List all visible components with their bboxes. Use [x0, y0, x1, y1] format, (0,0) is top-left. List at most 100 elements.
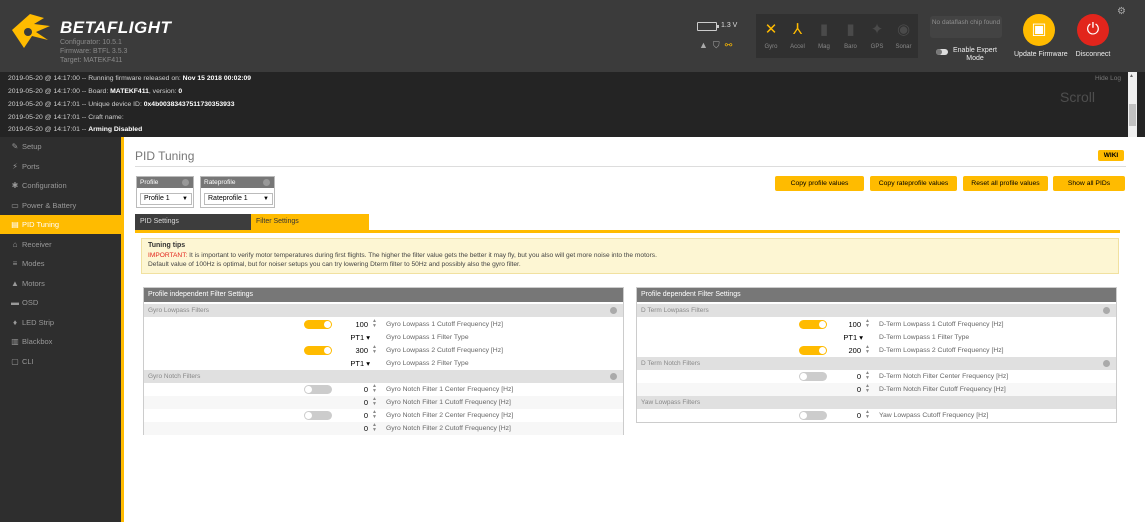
dterm-notch-header: D Term Notch Filters — [637, 357, 1116, 370]
sidebar-item-configuration[interactable]: ✱ Configuration — [0, 176, 121, 195]
chip-icon: ▣ — [1023, 14, 1055, 46]
spinner-arrows-icon[interactable]: ▲ ▼ — [865, 319, 870, 329]
sonar-icon: ◉ — [896, 21, 911, 38]
sidebar-item-label: Receiver — [22, 239, 52, 249]
spinner-arrows-icon[interactable]: ▲ ▼ — [372, 384, 377, 394]
gyro-lp2-cutoff-row: 300 ▲ ▼ Gyro Lowpass 2 Cutoff Frequency [… — [144, 344, 623, 357]
receiver-icon: ⌂ — [12, 239, 18, 249]
sidebar-item-label: Blackbox — [22, 337, 53, 346]
gyro-lp2-type-row: PT1 ▾ Gyro Lowpass 2 Filter Type — [144, 357, 623, 370]
gyro-lp2-type-select[interactable]: PT1 ▾ — [330, 359, 370, 368]
sidebar-item-modes[interactable]: ≡ Modes — [0, 254, 121, 273]
help-icon[interactable] — [610, 373, 617, 380]
sensor-mag: ▮ Mag — [811, 14, 837, 58]
sidebar-item-label: Motors — [22, 278, 45, 288]
spinner-arrows-icon[interactable]: ▲ ▼ — [865, 384, 870, 394]
yaw-lowpass-cutoff-row: 0 ▲ ▼ Yaw Lowpass Cutoff Frequency [Hz] — [637, 409, 1116, 422]
spinner-arrows-icon[interactable]: ▲ ▼ — [372, 319, 377, 329]
sidebar-item-cli[interactable]: ▢ CLI — [0, 352, 121, 371]
spinner-arrows-icon[interactable]: ▲ ▼ — [865, 410, 870, 420]
dterm-lp2-cutoff-row: 200 ▲ ▼ D-Term Lowpass 2 Cutoff Frequency… — [637, 344, 1116, 357]
brand-name: BETAFLIGHT — [60, 18, 172, 37]
tips-title: Tuning tips — [148, 242, 186, 249]
help-icon[interactable] — [263, 179, 270, 186]
sidebar-item-label: Setup — [22, 142, 42, 151]
scroll-up-icon[interactable]: ▲ — [1129, 73, 1134, 79]
dterm-lp2-cutoff-input[interactable]: 200 — [821, 346, 861, 355]
sidebar-item-pid-tuning[interactable]: ▤ PID Tuning — [0, 215, 121, 234]
help-icon[interactable] — [1103, 360, 1110, 367]
gyro-lp1-type-select[interactable]: PT1 ▾ — [330, 333, 370, 342]
sidebar-item-label: Modes — [22, 259, 45, 268]
title-divider — [135, 166, 1126, 167]
yaw-lowpass-header: Yaw Lowpass Filters — [637, 396, 1116, 409]
gyro-lp2-cutoff-input[interactable]: 300 — [328, 346, 368, 355]
panel-title: Profile independent Filter Settings — [144, 288, 623, 302]
dterm-notch-cutoff-row: 0 ▲ ▼ D-Term Notch Filter Cutoff Frequenc… — [637, 383, 1116, 396]
settings-gear-icon[interactable]: ⚙ — [1117, 6, 1126, 17]
betaflight-app: BETAFLIGHT Configurator: 10.5.1 Firmware… — [0, 0, 1145, 522]
sidebar-item-motors[interactable]: ▲ Motors — [0, 274, 121, 293]
reset-profile-button[interactable]: Reset all profile values — [963, 176, 1048, 191]
copy-rateprofile-button[interactable]: Copy rateprofile values — [870, 176, 957, 191]
help-icon[interactable] — [1103, 307, 1110, 314]
profile-select[interactable]: Profile 1 ▼ — [140, 193, 192, 205]
scrollbar-thumb[interactable] — [1129, 104, 1136, 126]
gyro-notch1-cutoff-input[interactable]: 0 — [328, 398, 368, 407]
battery-voltage: 1.3 V — [721, 22, 738, 29]
sidebar-item-label: Ports — [22, 161, 40, 171]
spinner-arrows-icon[interactable]: ▲ ▼ — [372, 410, 377, 420]
wiki-button[interactable]: WIKI — [1098, 150, 1124, 161]
spinner-arrows-icon[interactable]: ▲ ▼ — [865, 371, 870, 381]
sensor-baro: ▮ Baro — [838, 14, 864, 58]
sidebar-item-led-strip[interactable]: ♦ LED Strip — [0, 313, 121, 332]
led-icon: ♦ — [12, 317, 18, 327]
tuning-tips: Tuning tips IMPORTANT: It is important t… — [141, 238, 1119, 274]
sidebar-item-receiver[interactable]: ⌂ Receiver — [0, 235, 121, 254]
gyro-notch2-center-input[interactable]: 0 — [328, 411, 368, 420]
gyro-lp1-cutoff-input[interactable]: 100 — [328, 320, 368, 329]
rateprofile-select[interactable]: Rateprofile 1 ▼ — [204, 193, 273, 205]
sidebar-item-blackbox[interactable]: ▥ Blackbox — [0, 332, 121, 351]
gyro-notch1-center-input[interactable]: 0 — [328, 385, 368, 394]
gear-icon: ✱ — [11, 181, 19, 190]
help-icon[interactable] — [182, 179, 189, 186]
hide-log-link[interactable]: Hide Log — [1095, 75, 1121, 82]
log-scrollbar[interactable]: ▲ — [1128, 72, 1137, 137]
sidebar-item-osd[interactable]: ▬ OSD — [0, 293, 121, 312]
update-firmware-button[interactable]: ▣ Update Firmware — [1014, 14, 1068, 70]
tab-pid-settings[interactable]: PID Settings — [135, 214, 251, 230]
tips-line-2: Default value of 100Hz is optimal, but f… — [148, 261, 521, 268]
sidebar-item-ports[interactable]: ⚡ Ports — [0, 157, 121, 176]
disconnect-button[interactable]: ⏻ Disconnect — [1068, 14, 1118, 70]
expert-mode-switch[interactable] — [936, 49, 948, 55]
profile-dependent-filters: Profile dependent Filter Settings D Term… — [636, 287, 1117, 423]
page-title: PID Tuning — [135, 149, 195, 163]
firmware-version: Firmware: BTFL 3.5.3 — [60, 48, 128, 55]
expert-mode-label: Enable Expert Mode — [953, 47, 997, 62]
dterm-notch-center-input[interactable]: 0 — [821, 372, 861, 381]
dterm-lp1-type-select[interactable]: PT1 ▾ — [823, 333, 863, 342]
sensor-status: ✕ Gyro ⅄ Accel ▮ Mag ▮ Baro ✦ GPS ◉ Sonar — [756, 14, 918, 58]
help-icon[interactable] — [610, 307, 617, 314]
yaw-lowpass-cutoff-input[interactable]: 0 — [821, 411, 861, 420]
tab-filter-settings[interactable]: Filter Settings — [251, 214, 369, 230]
battery-icon: ▭ — [11, 200, 19, 210]
spinner-arrows-icon[interactable]: ▲ ▼ — [865, 345, 870, 355]
status-icons: ▲⛉⚯ — [699, 40, 737, 51]
spinner-arrows-icon[interactable]: ▲ ▼ — [372, 345, 377, 355]
scroll-label: Scroll — [1060, 89, 1096, 105]
main-content: PID Tuning WIKI Profile Profile 1 ▼ Ratep… — [124, 137, 1145, 522]
battery-icon — [697, 22, 719, 31]
expert-mode-toggle[interactable]: Enable Expert Mode — [936, 47, 1016, 67]
sidebar-item-power-battery[interactable]: ▭ Power & Battery — [0, 196, 121, 215]
dterm-notch-cutoff-input[interactable]: 0 — [821, 385, 861, 394]
sidebar-item-setup[interactable]: ✎ Setup — [0, 137, 121, 156]
spinner-arrows-icon[interactable]: ▲ ▼ — [372, 423, 377, 433]
gyro-notch2-center-row: 0 ▲ ▼ Gyro Notch Filter 2 Center Frequenc… — [144, 409, 623, 422]
gyro-notch2-cutoff-input[interactable]: 0 — [328, 424, 368, 433]
spinner-arrows-icon[interactable]: ▲ ▼ — [372, 397, 377, 407]
dterm-lp1-cutoff-input[interactable]: 100 — [821, 320, 861, 329]
show-all-pids-button[interactable]: Show all PIDs — [1053, 176, 1125, 191]
copy-profile-button[interactable]: Copy profile values — [775, 176, 864, 191]
